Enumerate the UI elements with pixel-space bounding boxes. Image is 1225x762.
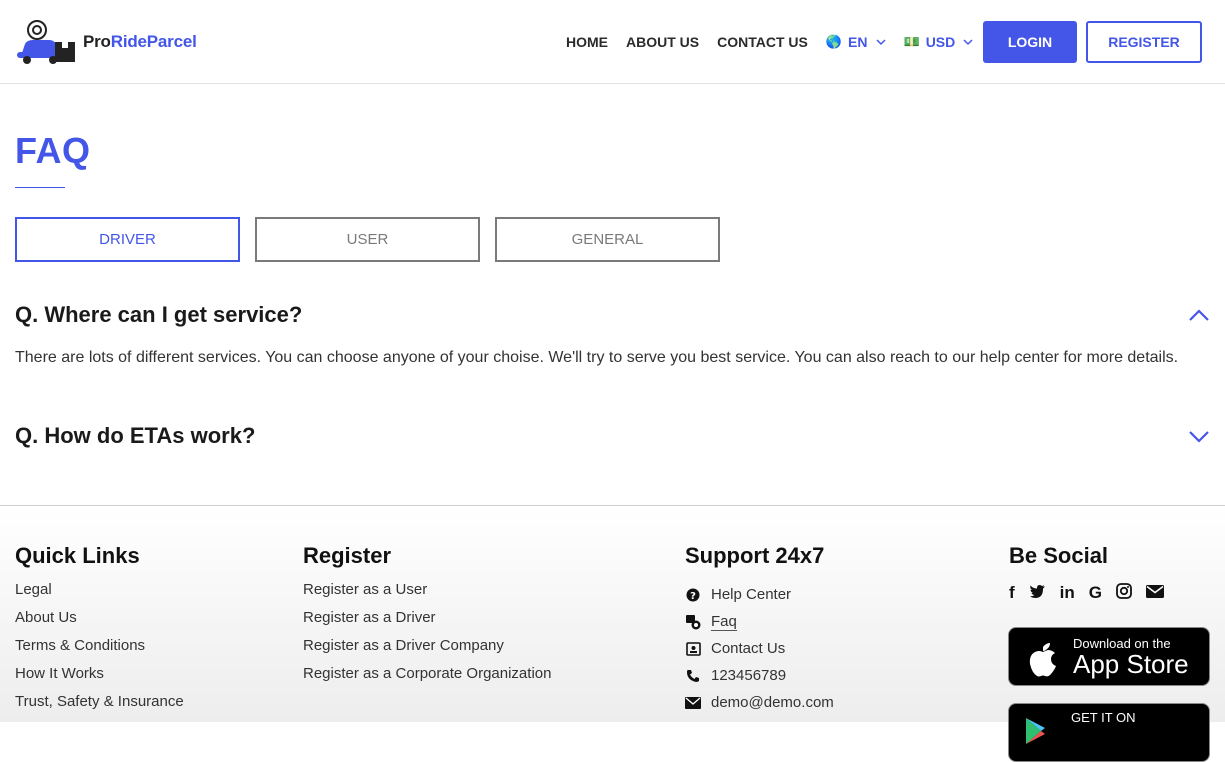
main-nav: HOME ABOUT US CONTACT US 🌎 EN 💵 USD [566,0,991,84]
login-button[interactable]: LOGIN [983,21,1077,63]
faq-question-1[interactable]: Q. Where can I get service? [15,302,1210,328]
language-label: EN [848,34,868,50]
footer-link-about-us[interactable]: About Us [15,609,184,637]
support-faq[interactable]: Faq [685,608,834,635]
chevron-down-icon [963,39,973,46]
support-label: Contact Us [711,640,786,657]
footer-social: Be Social f in G [1009,543,1178,605]
faq-question-text: Q. Where can I get service? [15,302,303,327]
phone-icon [685,668,701,684]
support-label: Faq [711,612,737,631]
tab-general[interactable]: GENERAL [495,217,720,262]
instagram-icon[interactable] [1116,582,1132,604]
title-underline [15,187,65,188]
footer-link-how-it-works[interactable]: How It Works [15,665,184,693]
app-store-button[interactable]: Download on the App Store [1008,627,1210,686]
social-icons: f in G [1009,581,1178,605]
footer-register: Register Register as a User Register as … [303,543,551,693]
nav-contact-us[interactable]: CONTACT US [717,34,808,50]
language-selector[interactable]: 🌎 EN [826,34,886,50]
brand-name: ProRideParcel [83,32,197,52]
footer-link-register-driver[interactable]: Register as a Driver [303,609,551,637]
footer-quick-links: Quick Links Legal About Us Terms & Condi… [15,543,184,721]
footer-heading: Register [303,543,392,568]
support-help-center[interactable]: ? Help Center [685,581,834,608]
page-title: FAQ [15,130,91,171]
faq-question-2[interactable]: Q. How do ETAs work? [15,423,1210,449]
faq-icon [685,614,701,630]
car-parcel-icon [17,20,75,64]
support-email[interactable]: demo@demo.com [685,689,834,716]
chevron-up-icon[interactable] [1188,308,1210,322]
banknote-icon: 💵 [903,34,920,49]
google-play-button[interactable]: GET IT ON [1008,703,1210,762]
nav-about-us[interactable]: ABOUT US [626,34,699,50]
app-store-text: Download on the App Store [1073,636,1189,677]
faq-question-text: Q. How do ETAs work? [15,423,256,448]
register-button[interactable]: REGISTER [1086,21,1202,63]
linkedin-icon[interactable]: in [1060,583,1075,603]
chevron-down-icon[interactable] [1188,429,1210,443]
envelope-icon[interactable] [1146,583,1165,603]
currency-label: USD [925,34,956,50]
contact-card-icon [685,641,701,657]
question-circle-icon: ? [685,587,701,603]
globe-icon: 🌎 [825,34,843,49]
support-label: 123456789 [711,667,787,684]
faq-answer-1: There are lots of different services. Yo… [15,349,1179,366]
support-contact-us[interactable]: Contact Us [685,635,834,662]
google-play-caption: GET IT ON [1071,710,1136,725]
brand-name-part2: RideParcel [110,32,197,51]
site-header: ProRideParcel HOME ABOUT US CONTACT US 🌎… [0,0,1225,84]
site-footer: Quick Links Legal About Us Terms & Condi… [0,505,1225,762]
footer-link-legal[interactable]: Legal [15,581,184,609]
google-icon[interactable]: G [1089,583,1102,603]
footer-heading: Support 24x7 [685,543,825,568]
nav-home[interactable]: HOME [566,34,608,50]
envelope-icon [685,695,701,711]
footer-support: Support 24x7 ? Help Center Faq Contact U… [685,543,834,716]
footer-link-register-user[interactable]: Register as a User [303,581,551,609]
brand-logo[interactable]: ProRideParcel [15,18,225,66]
facebook-icon[interactable]: f [1009,583,1015,603]
footer-link-register-driver-company[interactable]: Register as a Driver Company [303,637,551,665]
apple-icon [1029,642,1056,676]
svg-text:?: ? [690,591,696,602]
google-play-icon [1026,718,1045,744]
currency-selector[interactable]: 💵 USD [904,34,974,50]
tab-driver[interactable]: DRIVER [15,217,240,262]
tab-user[interactable]: USER [255,217,480,262]
footer-link-terms[interactable]: Terms & Conditions [15,637,184,665]
support-label: Help Center [711,586,792,603]
support-phone[interactable]: 123456789 [685,662,834,689]
footer-link-trust-safety[interactable]: Trust, Safety & Insurance [15,693,184,721]
footer-link-register-corporate[interactable]: Register as a Corporate Organization [303,665,551,693]
app-store-title: App Store [1073,649,1189,679]
footer-heading: Be Social [1009,543,1109,568]
brand-name-part1: Pro [83,32,111,51]
support-label: demo@demo.com [711,694,834,711]
chevron-down-icon [875,39,886,46]
footer-heading: Quick Links [15,543,140,568]
twitter-icon[interactable] [1029,583,1046,603]
